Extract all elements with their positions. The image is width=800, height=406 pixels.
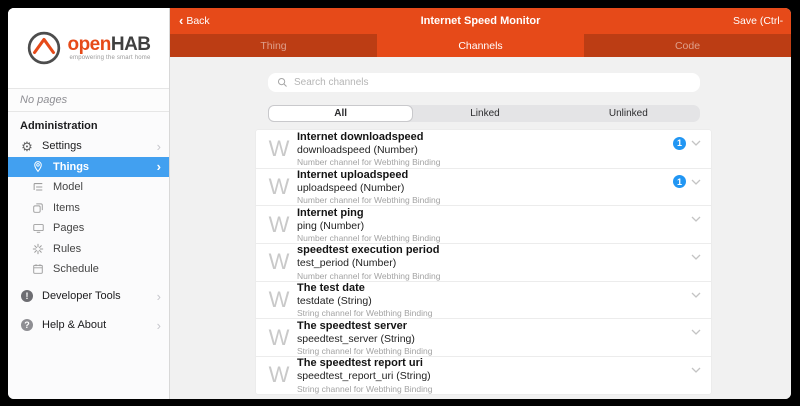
webthing-letter-icon: W [266, 176, 292, 198]
channel-id: testdate (String) [297, 295, 683, 307]
channel-title: speedtest execution period [297, 244, 683, 257]
webthing-letter-icon: W [266, 138, 292, 160]
tab-channels[interactable]: Channels [377, 34, 584, 57]
chevron-down-icon[interactable] [689, 212, 703, 226]
channel-row-testdate[interactable]: W The test date testdate (String) String… [256, 281, 711, 319]
sidebar: openHAB empowering the smart home No pag… [8, 8, 170, 399]
question-circle-icon: ? [20, 318, 34, 332]
app-window: openHAB empowering the smart home No pag… [8, 8, 791, 399]
linked-count-badge: 1 [673, 137, 686, 150]
webthing-letter-icon: W [266, 327, 292, 349]
channel-row-speedtest-report-uri[interactable]: W The speedtest report uri speedtest_rep… [256, 356, 711, 394]
chevron-down-icon[interactable] [689, 325, 703, 339]
segment-linked[interactable]: Linked [413, 105, 556, 122]
tree-list-icon [31, 180, 45, 194]
channel-description: Number channel for Webthing Binding [297, 233, 683, 243]
page-title: Internet Speed Monitor [170, 15, 791, 27]
chevron-down-icon[interactable] [689, 175, 703, 189]
calendar-icon [31, 262, 45, 276]
brand-tagline: empowering the smart home [67, 55, 150, 61]
search-icon [275, 76, 289, 90]
channel-row-ping[interactable]: W Internet ping ping (Number) Number cha… [256, 205, 711, 243]
channel-id: speedtest_server (String) [297, 333, 683, 345]
copy-icon [31, 201, 45, 215]
channel-row-speedtest-server[interactable]: W The speedtest server speedtest_server … [256, 318, 711, 356]
location-pin-icon [31, 160, 45, 174]
sidebar-section-title: Administration [8, 112, 169, 136]
channel-description: Number channel for Webthing Binding [297, 157, 667, 167]
sidebar-item-developer-tools[interactable]: ! Developer Tools › [8, 282, 169, 311]
main-pane: ‹ Back Internet Speed Monitor Save (Ctrl… [170, 8, 791, 399]
chevron-right-icon: › [157, 160, 161, 173]
channel-id: downloadspeed (Number) [297, 144, 667, 156]
titlebar: ‹ Back Internet Speed Monitor Save (Ctrl… [170, 8, 791, 34]
sidebar-item-rules[interactable]: Rules [8, 239, 169, 260]
logo: openHAB empowering the smart home [8, 8, 169, 88]
channel-description: String channel for Webthing Binding [297, 346, 683, 356]
gear-icon: ⚙ [20, 139, 34, 153]
search-input[interactable] [294, 77, 693, 88]
chevron-down-icon[interactable] [689, 363, 703, 377]
channel-description: String channel for Webthing Binding [297, 308, 683, 318]
chevron-right-icon: › [157, 290, 161, 303]
webthing-letter-icon: W [266, 289, 292, 311]
chevron-right-icon: › [157, 319, 161, 332]
sidebar-item-settings[interactable]: ⚙ Settings › [8, 136, 169, 157]
chevron-right-icon: › [157, 140, 161, 153]
sidebar-item-model[interactable]: Model [8, 177, 169, 198]
filter-segmented-control: All Linked Unlinked [268, 105, 700, 122]
channel-id: speedtest_report_uri (String) [297, 370, 683, 382]
channel-description: Number channel for Webthing Binding [297, 195, 667, 205]
chevron-down-icon[interactable] [689, 288, 703, 302]
segment-all[interactable]: All [268, 105, 413, 122]
channels-content: All Linked Unlinked W Internet downloads… [170, 57, 791, 399]
webthing-letter-icon: W [266, 214, 292, 236]
channel-title: The speedtest server [297, 320, 683, 333]
sidebar-item-items[interactable]: Items [8, 198, 169, 219]
webthing-letter-icon: W [266, 251, 292, 273]
sidebar-item-things[interactable]: Things › [8, 157, 169, 178]
sparkle-icon [31, 242, 45, 256]
channel-title: The speedtest report uri [297, 357, 683, 370]
linked-count-badge: 1 [673, 175, 686, 188]
channel-list: W Internet downloadspeed downloadspeed (… [256, 130, 711, 394]
sidebar-item-pages[interactable]: Pages [8, 218, 169, 239]
webthing-letter-icon: W [266, 364, 292, 386]
sidebar-item-help-about[interactable]: ? Help & About › [8, 311, 169, 340]
tab-bar: Thing Channels Code [170, 34, 791, 57]
channel-title: Internet uploadspeed [297, 169, 667, 182]
channel-description: String channel for Webthing Binding [297, 384, 683, 394]
channel-title: The test date [297, 282, 683, 295]
save-button[interactable]: Save (Ctrl- [733, 15, 791, 27]
search-bar [268, 73, 700, 92]
segment-unlinked[interactable]: Unlinked [557, 105, 700, 122]
chevron-down-icon[interactable] [689, 136, 703, 150]
openhab-logo-icon [26, 30, 62, 66]
channel-row-test-period[interactable]: W speedtest execution period test_period… [256, 243, 711, 281]
channel-title: Internet downloadspeed [297, 131, 667, 144]
brand-name: openHAB [67, 35, 150, 54]
channel-row-uploadspeed[interactable]: W Internet uploadspeed uploadspeed (Numb… [256, 168, 711, 206]
channel-id: uploadspeed (Number) [297, 182, 667, 194]
chevron-down-icon[interactable] [689, 250, 703, 264]
back-button[interactable]: ‹ Back [170, 15, 210, 27]
channel-title: Internet ping [297, 207, 683, 220]
tab-thing[interactable]: Thing [170, 34, 377, 57]
tools-circle-icon: ! [20, 289, 34, 303]
display-icon [31, 221, 45, 235]
no-pages-label: No pages [8, 88, 169, 112]
sidebar-item-schedule[interactable]: Schedule [8, 259, 169, 280]
channel-id: ping (Number) [297, 220, 683, 232]
tab-code[interactable]: Code [584, 34, 791, 57]
back-arrow-icon: ‹ [179, 14, 183, 27]
channel-description: Number channel for Webthing Binding [297, 271, 683, 281]
channel-id: test_period (Number) [297, 257, 683, 269]
channel-row-downloadspeed[interactable]: W Internet downloadspeed downloadspeed (… [256, 130, 711, 168]
